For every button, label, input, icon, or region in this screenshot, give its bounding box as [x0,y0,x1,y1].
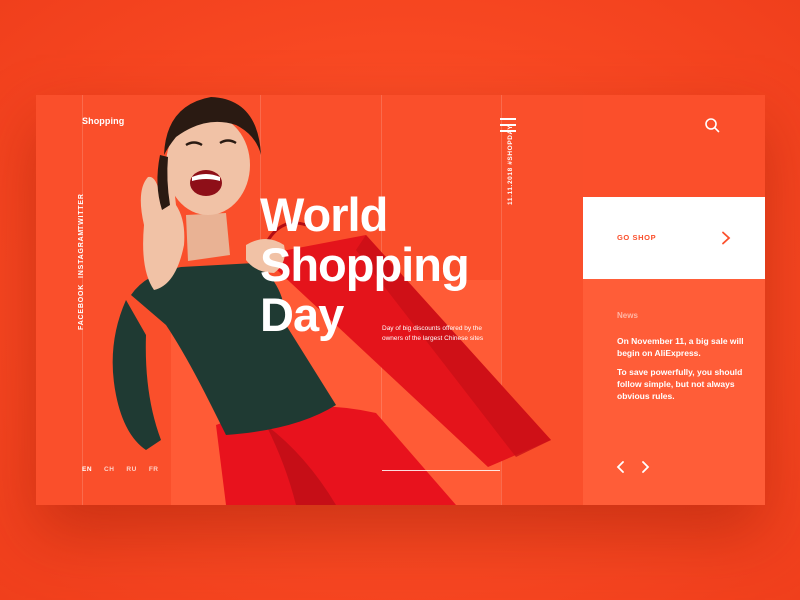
hero-description: Day of big discounts offered by the owne… [382,325,484,342]
search-icon [705,118,720,133]
news-next-button[interactable] [640,460,650,473]
language-option-fr[interactable]: FR [149,466,159,473]
go-shop-button[interactable]: GO SHOP [583,197,765,279]
go-shop-label: GO SHOP [617,233,657,242]
social-links: FACEBOOK INSTAGRAM TWITTER [78,193,94,340]
social-link-twitter[interactable]: TWITTER [78,193,85,230]
news-paragraph: To save powerfully, you should follow si… [617,367,743,401]
hamburger-menu-icon [500,124,516,126]
search-button[interactable] [704,117,720,133]
date-tag: 11.11.2018 #SHOPDAY [507,124,514,205]
chevron-right-icon [642,461,650,473]
news-body: On November 11, a big sale will begin on… [617,335,757,409]
news-pagination [616,460,650,473]
language-option-en[interactable]: EN [82,466,92,473]
hero-title-line: World [260,188,388,241]
hero-title-line: Shopping [260,238,470,291]
news-title: News [617,311,638,320]
news-prev-button[interactable] [616,460,626,473]
menu-button[interactable] [500,118,516,132]
social-link-facebook[interactable]: FACEBOOK [78,284,85,330]
language-option-ch[interactable]: CH [104,466,114,473]
news-paragraph: On November 11, a big sale will begin on… [617,336,744,358]
chevron-right-icon [722,231,731,245]
hero-title: World Shopping Day [260,188,470,340]
hamburger-menu-icon [500,118,516,120]
language-option-ru[interactable]: RU [126,466,136,473]
hero-divider [382,470,500,471]
social-link-instagram[interactable]: INSTAGRAM [78,229,85,278]
chevron-left-icon [616,461,624,473]
brand-name[interactable]: Shopping [82,116,124,126]
language-switcher: EN CH RU FR [82,466,158,473]
hamburger-menu-icon [500,130,516,132]
